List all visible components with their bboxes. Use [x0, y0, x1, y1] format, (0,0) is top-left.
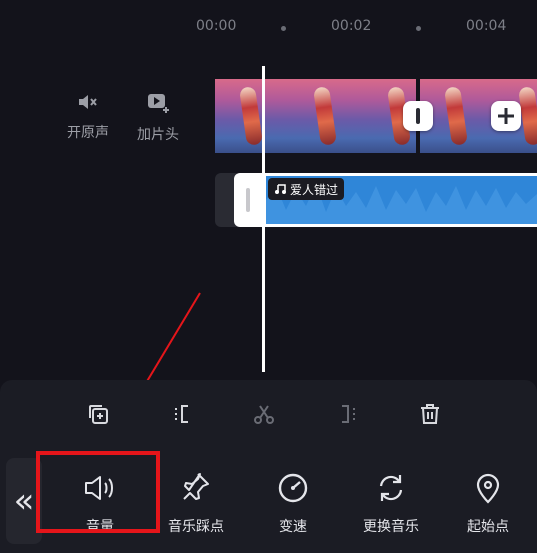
menu-label-start-point: 起始点 [467, 519, 509, 535]
video-frame [215, 79, 289, 153]
add-intro-label: 加片头 [137, 127, 179, 143]
time-dot [416, 26, 421, 31]
playhead[interactable] [262, 66, 265, 372]
menu-item-replace-music[interactable]: 更换音乐 [353, 470, 429, 536]
music-name: 爱人错过 [290, 182, 339, 197]
annotation-highlight-box [36, 451, 160, 533]
time-label-4: 00:04 [466, 18, 507, 34]
split-right-icon[interactable] [336, 402, 360, 426]
menu-label-speed: 变速 [279, 519, 307, 535]
menu-item-beat[interactable]: 音乐踩点 [158, 470, 234, 536]
music-name-tag: 爱人错过 [268, 178, 345, 200]
trash-icon[interactable] [418, 402, 442, 426]
time-label-0: 00:00 [196, 18, 237, 34]
time-dot [281, 26, 286, 31]
menu-label-beat: 音乐踩点 [168, 519, 224, 535]
mute-icon [79, 95, 97, 109]
video-frame [289, 79, 363, 153]
speedometer-icon [278, 473, 308, 503]
menu-item-start-point[interactable]: 起始点 [450, 470, 526, 536]
original-sound-label: 开原声 [67, 125, 109, 141]
refresh-icon [379, 475, 403, 501]
copy-icon[interactable] [86, 402, 110, 426]
add-clip-button[interactable] [491, 101, 521, 131]
double-chevron-left-icon: « [13, 481, 35, 521]
menu-label-replace-music: 更换音乐 [363, 519, 419, 535]
time-label-2: 00:02 [331, 18, 372, 34]
audio-trim-grip[interactable] [246, 188, 250, 212]
scissors-icon[interactable] [252, 402, 276, 426]
location-icon [476, 473, 500, 504]
music-note-icon [275, 184, 286, 194]
transition-button[interactable] [403, 101, 433, 131]
split-left-icon[interactable] [170, 402, 194, 426]
menu-item-speed[interactable]: 变速 [255, 470, 331, 536]
add-video-icon [148, 94, 169, 113]
plus-icon [498, 108, 514, 124]
pin-icon [183, 473, 209, 500]
transition-icon [416, 108, 420, 124]
original-sound-button[interactable]: 开原声 [58, 92, 118, 142]
add-intro-button[interactable]: 加片头 [128, 92, 188, 144]
